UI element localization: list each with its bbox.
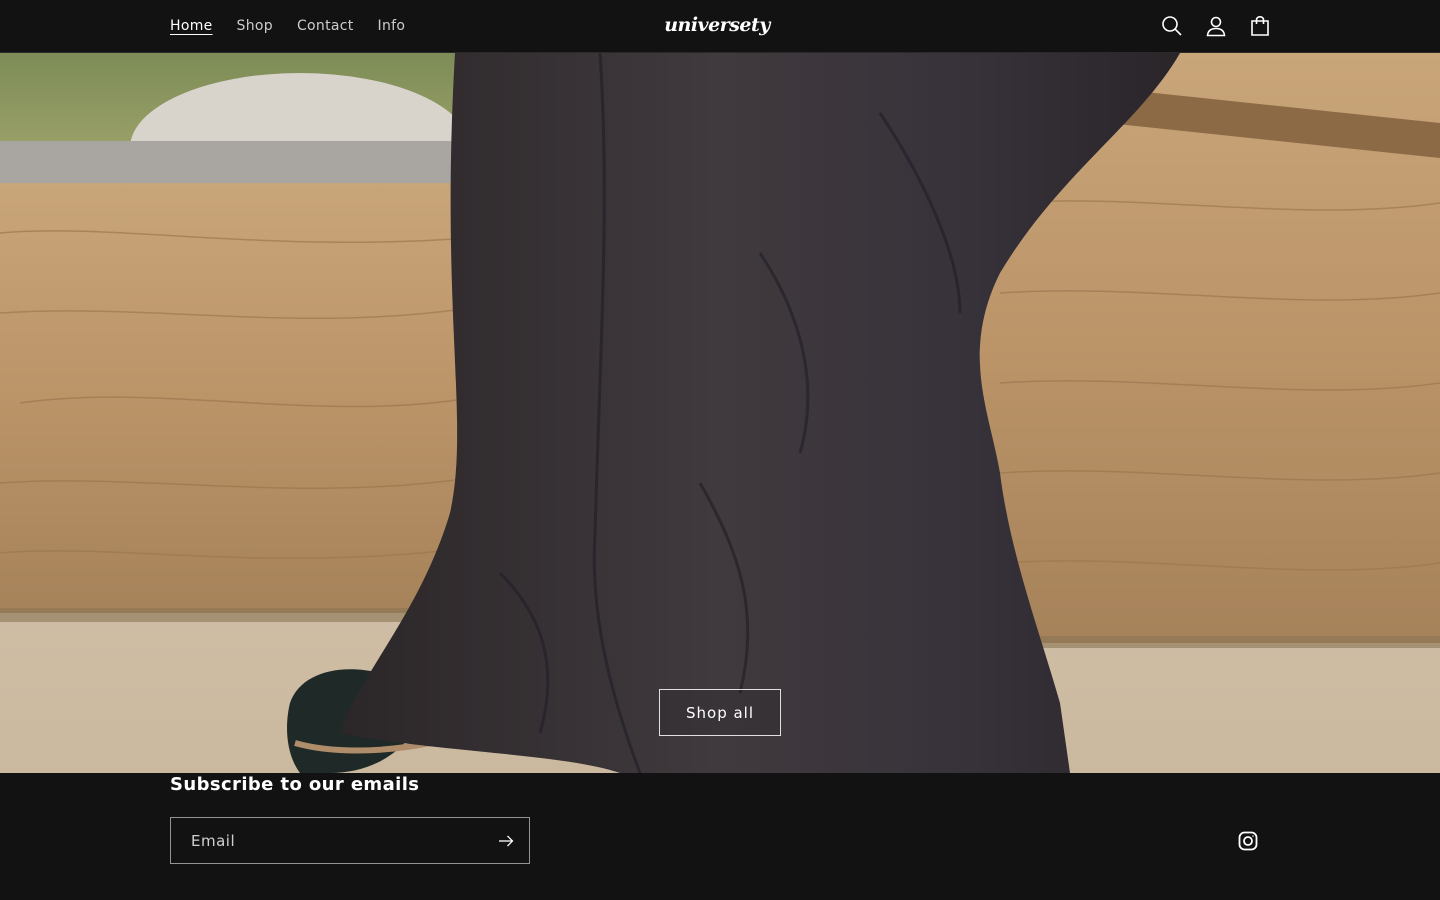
nav-link-shop[interactable]: Shop [225, 0, 285, 52]
cart-icon [1251, 15, 1269, 36]
nav-link-contact[interactable]: Contact [285, 0, 366, 52]
search-icon [1162, 16, 1182, 36]
hero-image [0, 53, 1440, 773]
header-actions [1150, 4, 1282, 48]
nav-link-home[interactable]: Home [158, 0, 225, 52]
newsletter-submit-button[interactable] [483, 818, 529, 863]
nav-link-info[interactable]: Info [366, 0, 418, 52]
main-nav: Home Shop Contact Info [158, 0, 417, 52]
search-button[interactable] [1150, 4, 1194, 48]
newsletter-form [170, 817, 530, 864]
shop-all-button[interactable]: Shop all [659, 689, 781, 736]
account-button[interactable] [1194, 4, 1238, 48]
email-input[interactable] [171, 818, 481, 863]
arrow-right-icon [499, 835, 514, 846]
site-header: Home Shop Contact Info universety [0, 0, 1440, 53]
cart-button[interactable] [1238, 4, 1282, 48]
site-logo[interactable]: universety [664, 9, 770, 41]
newsletter-title: Subscribe to our emails [170, 774, 420, 795]
account-icon [1206, 16, 1226, 37]
site-footer: Subscribe to our emails [0, 773, 1440, 900]
instagram-icon [1238, 831, 1258, 851]
instagram-link[interactable] [1232, 825, 1264, 857]
hero-banner: Shop all [0, 53, 1440, 773]
